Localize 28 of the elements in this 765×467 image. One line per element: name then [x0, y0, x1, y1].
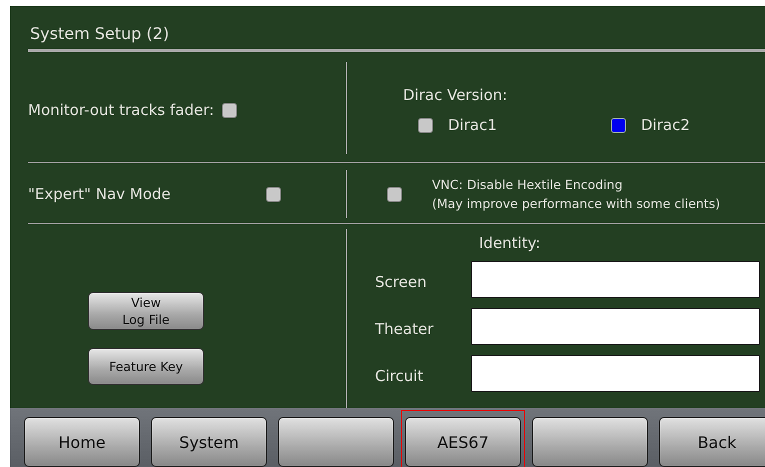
- nav-button[interactable]: System: [151, 417, 267, 467]
- panel-title: System Setup (2): [29, 23, 170, 45]
- setting-label: (May improve performance with some clients): [432, 195, 720, 213]
- nav-button[interactable]: [532, 417, 648, 467]
- nav-button[interactable]: AES67: [405, 417, 521, 467]
- nav-button[interactable]: Back: [659, 417, 765, 467]
- radio-button[interactable]: [418, 118, 433, 132]
- input-field[interactable]: [471, 355, 760, 392]
- option-label: Dirac2: [641, 116, 690, 134]
- nav-button[interactable]: [278, 417, 394, 467]
- section-label: Identity:: [479, 234, 542, 252]
- input-field[interactable]: [471, 261, 760, 298]
- checkbox[interactable]: [387, 186, 402, 202]
- field-label: Theater: [375, 320, 434, 338]
- nav-button[interactable]: Home: [24, 417, 140, 467]
- checkbox[interactable]: [266, 186, 281, 202]
- panel-button[interactable]: View Log File: [88, 292, 204, 330]
- radio-button[interactable]: [611, 118, 626, 132]
- field-label: Screen: [375, 272, 428, 290]
- setting-label: Monitor-out tracks fader:: [28, 101, 214, 119]
- setting-label: Dirac Version:: [403, 86, 508, 104]
- input-field[interactable]: [471, 308, 760, 345]
- setting-label: VNC: Disable Hextile Encoding: [432, 176, 624, 194]
- option-label: Dirac1: [448, 116, 497, 134]
- checkbox[interactable]: [222, 102, 238, 118]
- setting-label: "Expert" Nav Mode: [28, 185, 172, 203]
- field-label: Circuit: [375, 366, 424, 384]
- panel-button[interactable]: Feature Key: [88, 348, 204, 385]
